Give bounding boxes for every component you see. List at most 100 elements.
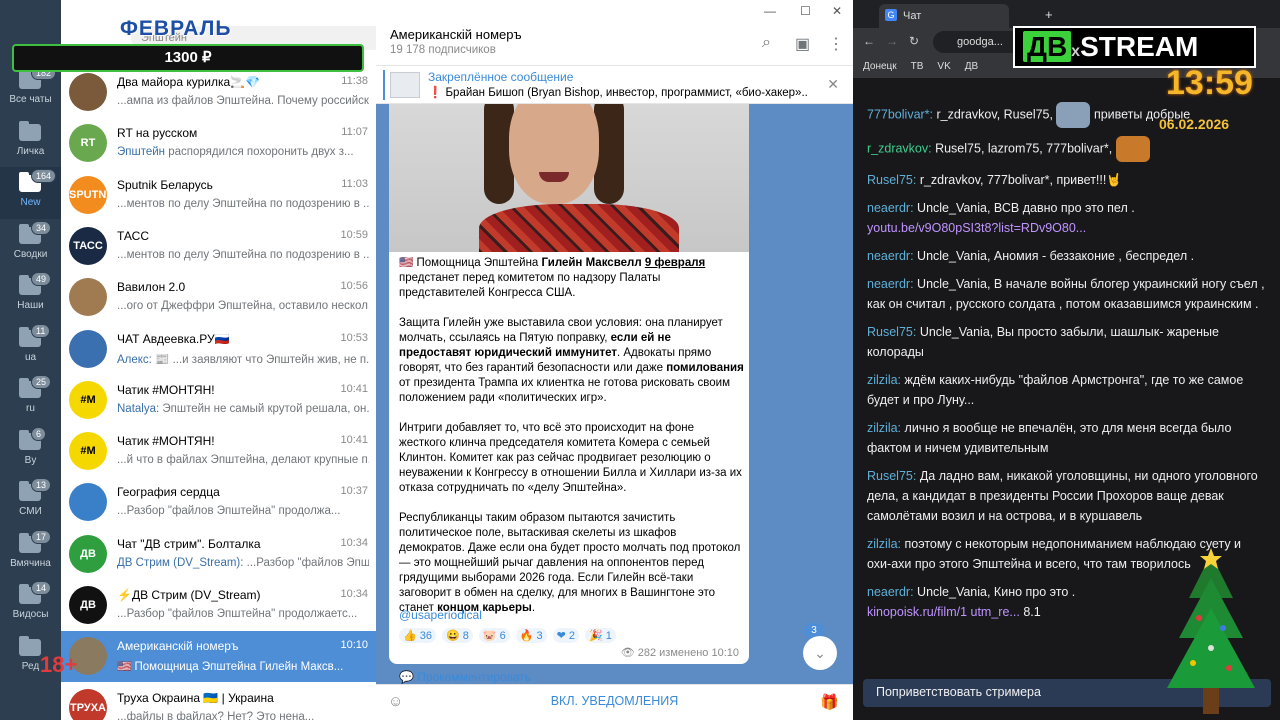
- paragraph: Интриги добавляет то, что всё это происх…: [399, 422, 742, 494]
- chat-preview: ...Разбор "файлов Эпштейна" продолжаетс.…: [117, 608, 369, 620]
- pinned-message[interactable]: Закреплённое сообщение ❗ Брайан Бишоп (B…: [376, 66, 853, 104]
- chat-list-item[interactable]: ДВ Чат "ДВ стрим". Болталка 10:34 ДВ Стрим …: [61, 529, 376, 580]
- new-tab-icon[interactable]: +: [1045, 7, 1053, 22]
- chat-username[interactable]: 777bolivar*:: [867, 107, 933, 121]
- folder-badge: 14: [31, 581, 52, 595]
- bookmark-item[interactable]: TB: [911, 61, 924, 72]
- photo-detail: [479, 204, 679, 252]
- chat-list-item[interactable]: #M Чатик #МОНТЯН! 10:41 Natalya: Эпштейн не…: [61, 375, 376, 426]
- chat-list-item[interactable]: SPUTNIK Sputnik Беларусь 11:03 ...ментов по…: [61, 170, 376, 221]
- chat-list-item[interactable]: ТАСС ТАСС 10:59 ...ментов по делу Эпштейна …: [61, 221, 376, 272]
- folder-item[interactable]: СМИ 13: [0, 476, 61, 528]
- gift-icon[interactable]: 🎁: [820, 693, 839, 711]
- chat-list-item[interactable]: ЧАТ Авдеевка.РУ🇷🇺 10:53 Алекс: 📰 ...и заяв…: [61, 324, 376, 375]
- chat-list-item[interactable]: #M Чатик #МОНТЯН! 10:41 ...й что в файлах Э…: [61, 426, 376, 477]
- pinned-label: Закреплённое сообщение: [428, 70, 574, 84]
- chat-username[interactable]: neaerdr:: [867, 249, 914, 263]
- chat-preview: Natalya: Эпштейн не самый крутой решала,…: [117, 403, 369, 415]
- chat-username[interactable]: Rusel75:: [867, 325, 916, 339]
- chat-list-item[interactable]: ДВ ⚡ДВ Стрим (DV_Stream) 10:34 ...Разбор "ф…: [61, 580, 376, 631]
- chat-list-item[interactable]: Два майора курилка🚬💎 11:38 ...ампа из файл…: [61, 67, 376, 118]
- forward-icon[interactable]: →: [886, 34, 898, 48]
- folder-item[interactable]: Видосы 14: [0, 579, 61, 631]
- reaction-chip[interactable]: ❤ 2: [552, 628, 580, 643]
- chat-username[interactable]: neaerdr:: [867, 277, 914, 291]
- reaction-chip[interactable]: 🐷 6: [478, 628, 510, 643]
- chat-username[interactable]: Rusel75:: [867, 173, 916, 187]
- preview-text: ...й что в файлах Эпштейна, делают крупн…: [117, 454, 369, 467]
- scroll-down-button[interactable]: ⌄: [803, 636, 837, 670]
- folder-label: Личка: [16, 145, 45, 157]
- reload-icon[interactable]: ↻: [909, 34, 919, 48]
- close-icon[interactable]: ✕: [827, 76, 839, 93]
- chat-username[interactable]: neaerdr:: [867, 585, 914, 599]
- preview-text: 📰 ...и заявляют что Эпштейн жив, не п...: [151, 353, 369, 366]
- folder-item[interactable]: ru 25: [0, 373, 61, 425]
- folder-item[interactable]: Вмячина 17: [0, 528, 61, 580]
- folder-label: Все чаты: [9, 94, 52, 105]
- minimize-icon[interactable]: —: [764, 4, 776, 18]
- bookmark-item[interactable]: ДВ: [965, 61, 978, 72]
- chat-list-item[interactable]: Американскiй номеръ 10:10 🇺🇸 Помощница Эпш…: [61, 631, 376, 683]
- folder-item[interactable]: Личка: [0, 116, 61, 168]
- preview-text: ...ого от Джеффри Эпштейна, оставило нес…: [117, 300, 369, 313]
- close-window-icon[interactable]: ✕: [832, 4, 842, 18]
- chat-text: Uncle_Vania, Аномия - беззаконие , беспр…: [913, 249, 1195, 263]
- comment-label: Прокомментировать: [417, 670, 532, 684]
- tree-trunk: [1203, 688, 1219, 714]
- chat-username[interactable]: zilzila:: [867, 373, 901, 387]
- chat-title: Труха Окраина 🇺🇦 | Украина: [117, 690, 274, 705]
- text-run: .: [531, 602, 536, 614]
- tab-label: Чат: [903, 10, 922, 22]
- folder-badge: 11: [31, 323, 51, 338]
- back-icon[interactable]: ←: [863, 34, 875, 48]
- avatar: ДВ: [69, 586, 107, 624]
- maximize-icon[interactable]: ☐: [800, 4, 811, 18]
- chat-username[interactable]: r_zdravkov:: [867, 141, 932, 155]
- folder-badge: 13: [31, 478, 52, 492]
- chat-title: Чат "ДВ стрим". Болталка: [117, 536, 261, 551]
- reaction-chip[interactable]: 🔥 3: [515, 628, 547, 643]
- search-icon[interactable]: ⌕: [762, 34, 771, 52]
- chat-time: 11:38: [341, 75, 368, 87]
- more-icon[interactable]: ⋮: [828, 34, 844, 54]
- folder-item[interactable]: By 6: [0, 425, 61, 477]
- chat-list-item[interactable]: География сердца 10:37 ...Разбор "файлов Э…: [61, 477, 376, 528]
- bookmark-item[interactable]: VK: [937, 61, 950, 72]
- comment-button[interactable]: 💬 Прокомментировать: [399, 670, 531, 684]
- folder-item[interactable]: ua 11: [0, 322, 61, 374]
- chat-link[interactable]: youtu.be/v9O80pSI3t8?list=RDv9O80...: [867, 221, 1086, 235]
- notifications-button[interactable]: ВКЛ. УВЕДОМЛЕНИЯ: [376, 694, 853, 708]
- folder-icon: [19, 120, 41, 141]
- chat-username[interactable]: neaerdr:: [867, 201, 914, 215]
- text-run: 🇺🇸 Помощница Эпштейна: [399, 257, 542, 269]
- reactions: 👍 36 😀 8 🐷 6 🔥 3 ❤ 2 🎉 1: [399, 626, 622, 644]
- chat-username[interactable]: zilzila:: [867, 421, 901, 435]
- channel-link[interactable]: @usaperiodical: [399, 608, 482, 622]
- preview-text: ...Разбор "файлов Эпштейна" продолжа...: [117, 505, 341, 518]
- folder-item[interactable]: New 164: [0, 167, 61, 219]
- folder-item[interactable]: Сводки 34: [0, 219, 61, 271]
- tab-chat[interactable]: G Чат: [879, 4, 1009, 28]
- preview-text: ...ментов по делу Эпштейна по подозрению…: [117, 248, 369, 261]
- post-photo[interactable]: [389, 104, 749, 252]
- chat-link[interactable]: kinopoisk.ru/film/1 utm_re...: [867, 605, 1020, 619]
- chat-list-item[interactable]: ТРУХА Труха Окраина 🇺🇦 | Украина ...файлы …: [61, 683, 376, 720]
- bookmark-item[interactable]: Донецк: [863, 61, 897, 72]
- sidebar-toggle-icon[interactable]: ▣: [795, 34, 810, 54]
- reaction-chip[interactable]: 😀 8: [442, 628, 473, 643]
- post-text: 🇺🇸 Помощница Эпштейна Гилейн Максвелл 9 …: [399, 256, 744, 631]
- preview-text: ...файлы в файлах? Нет? Это нена...: [117, 710, 315, 720]
- chat-text: 8.1: [1019, 605, 1041, 619]
- folder-item[interactable]: Наши 49: [0, 270, 61, 322]
- avatar: [69, 278, 107, 317]
- reaction-chip[interactable]: 👍 36: [399, 628, 436, 643]
- chat-username[interactable]: zilzila:: [867, 537, 901, 551]
- chat-list-item[interactable]: RT RT на русском 11:07 Эпштейн распорядился…: [61, 118, 376, 169]
- chat-message: Rusel75: r_zdravkov, 777bolivar*, привет…: [867, 170, 1267, 190]
- reaction-chip[interactable]: 🎉 1: [585, 628, 616, 643]
- avatar: [69, 329, 107, 368]
- channel-header[interactable]: — ☐ ✕ Американскiй номеръ 19 178 подписч…: [376, 0, 853, 66]
- chat-username[interactable]: Rusel75:: [867, 469, 916, 483]
- chat-list-item[interactable]: Вавилон 2.0 10:56 ...ого от Джеффри Эпштей…: [61, 272, 376, 323]
